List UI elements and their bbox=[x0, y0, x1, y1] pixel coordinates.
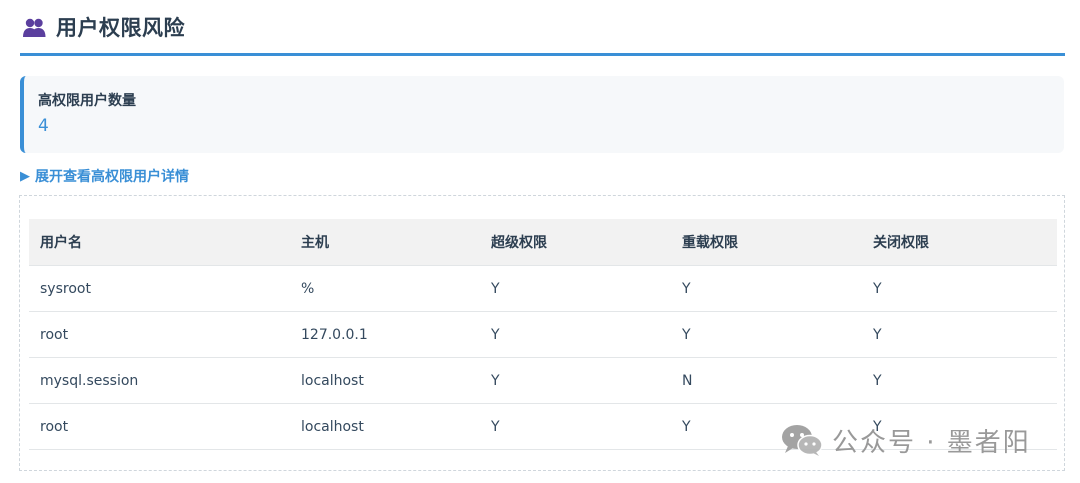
table-row: root 127.0.0.1 Y Y Y bbox=[29, 311, 1057, 358]
header-username: 用户名 bbox=[29, 219, 290, 266]
cell-username: mysql.session bbox=[29, 357, 290, 404]
watermark-text: 公众号 · 墨者阳 bbox=[832, 427, 1031, 458]
cell-host: % bbox=[290, 265, 480, 312]
section-header: 用户权限风险 bbox=[20, 0, 1065, 56]
expand-arrow-icon: ▶ bbox=[20, 168, 30, 184]
metric-label: 高权限用户数量 bbox=[38, 93, 136, 109]
cell-host: 127.0.0.1 bbox=[290, 311, 480, 358]
users-icon bbox=[23, 18, 46, 37]
header-super-priv: 超级权限 bbox=[480, 219, 671, 266]
cell-shutdown-priv: Y bbox=[862, 311, 1057, 358]
cell-super-priv: Y bbox=[480, 311, 671, 358]
cell-super-priv: Y bbox=[480, 265, 671, 312]
cell-reload-priv: N bbox=[671, 357, 862, 404]
page-title: 用户权限风险 bbox=[56, 15, 185, 40]
privilege-table: 用户名 主机 超级权限 重载权限 关闭权限 sysroot % Y Y Y ro… bbox=[29, 219, 1057, 450]
header-reload-priv: 重载权限 bbox=[671, 219, 862, 266]
cell-reload-priv: Y bbox=[671, 265, 862, 312]
table-row: mysql.session localhost Y N Y bbox=[29, 357, 1057, 404]
details-toggle[interactable]: ▶ 展开查看高权限用户详情 bbox=[20, 165, 189, 187]
cell-shutdown-priv: Y bbox=[862, 265, 1057, 312]
table-header-row: 用户名 主机 超级权限 重载权限 关闭权限 bbox=[29, 219, 1057, 266]
page: 用户权限风险 高权限用户数量 4 ▶ 展开查看高权限用户详情 用户名 主机 超级… bbox=[0, 0, 1080, 483]
cell-host: localhost bbox=[290, 403, 480, 450]
table-row: sysroot % Y Y Y bbox=[29, 265, 1057, 312]
wechat-icon bbox=[782, 425, 823, 456]
cell-username: sysroot bbox=[29, 265, 290, 312]
header-shutdown-priv: 关闭权限 bbox=[862, 219, 1057, 266]
watermark: 公众号 · 墨者阳 bbox=[780, 420, 1031, 460]
cell-shutdown-priv: Y bbox=[862, 357, 1057, 404]
cell-super-priv: Y bbox=[480, 403, 671, 450]
high-privilege-count-card: 高权限用户数量 4 bbox=[20, 76, 1064, 153]
cell-username: root bbox=[29, 403, 290, 450]
cell-super-priv: Y bbox=[480, 357, 671, 404]
cell-host: localhost bbox=[290, 357, 480, 404]
cell-reload-priv: Y bbox=[671, 311, 862, 358]
details-toggle-label: 展开查看高权限用户详情 bbox=[35, 169, 189, 185]
header-host: 主机 bbox=[290, 219, 480, 266]
metric-value: 4 bbox=[38, 116, 49, 136]
cell-username: root bbox=[29, 311, 290, 358]
